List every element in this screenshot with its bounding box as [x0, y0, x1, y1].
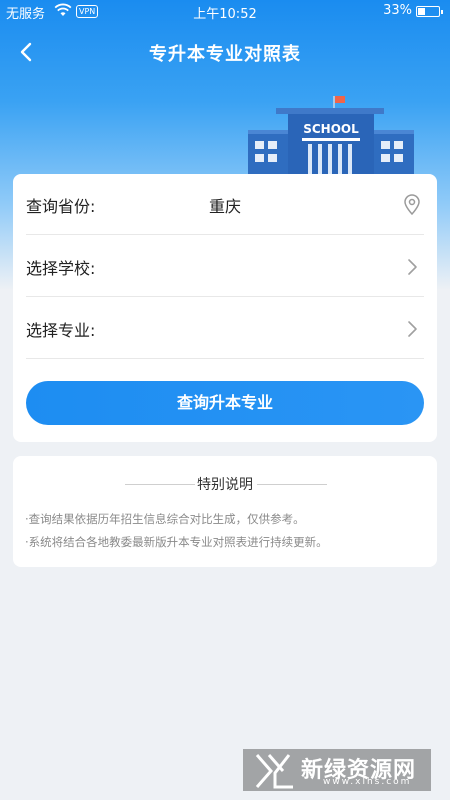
- school-sign-text: SCHOOL: [303, 122, 359, 136]
- watermark-logo-icon: [255, 754, 293, 789]
- navigation-bar: 专升本专业对照表: [0, 30, 450, 74]
- notice-divider-right: [257, 484, 327, 485]
- province-row[interactable]: 查询省份: 重庆: [26, 174, 424, 235]
- notice-card: 特别说明 ·查询结果依据历年招生信息综合对比生成，仅供参考。 ·系统将结合各地教…: [13, 456, 437, 567]
- battery-percent: 33%: [383, 3, 412, 18]
- school-building-illustration: SCHOOL: [248, 96, 414, 176]
- query-form-card: 查询省份: 重庆 选择学校: 选择专业: 查询升本专业: [13, 174, 437, 442]
- query-submit-button[interactable]: 查询升本专业: [26, 381, 424, 425]
- notice-line: ·系统将结合各地教委最新版升本专业对照表进行持续更新。: [25, 535, 328, 549]
- battery-icon: [416, 6, 443, 17]
- school-select-row[interactable]: 选择学校:: [26, 236, 424, 297]
- chevron-right-icon: [408, 321, 417, 337]
- watermark: 新绿资源网 www.xlhs.com: [243, 749, 431, 791]
- status-bar: 无服务 VPN 上午10:52 33%: [0, 0, 450, 24]
- province-value: 重庆: [208, 197, 241, 216]
- notice-title: 特别说明: [197, 477, 253, 493]
- watermark-url: www.xlhs.com: [323, 777, 412, 787]
- location-pin-icon[interactable]: [402, 194, 422, 216]
- major-label: 选择专业:: [26, 321, 96, 340]
- major-select-row[interactable]: 选择专业:: [26, 298, 424, 359]
- page-title: 专升本专业对照表: [149, 44, 301, 65]
- school-label: 选择学校:: [26, 259, 96, 278]
- notice-line: ·查询结果依据历年招生信息综合对比生成，仅供参考。: [25, 512, 305, 526]
- chevron-right-icon: [408, 259, 417, 275]
